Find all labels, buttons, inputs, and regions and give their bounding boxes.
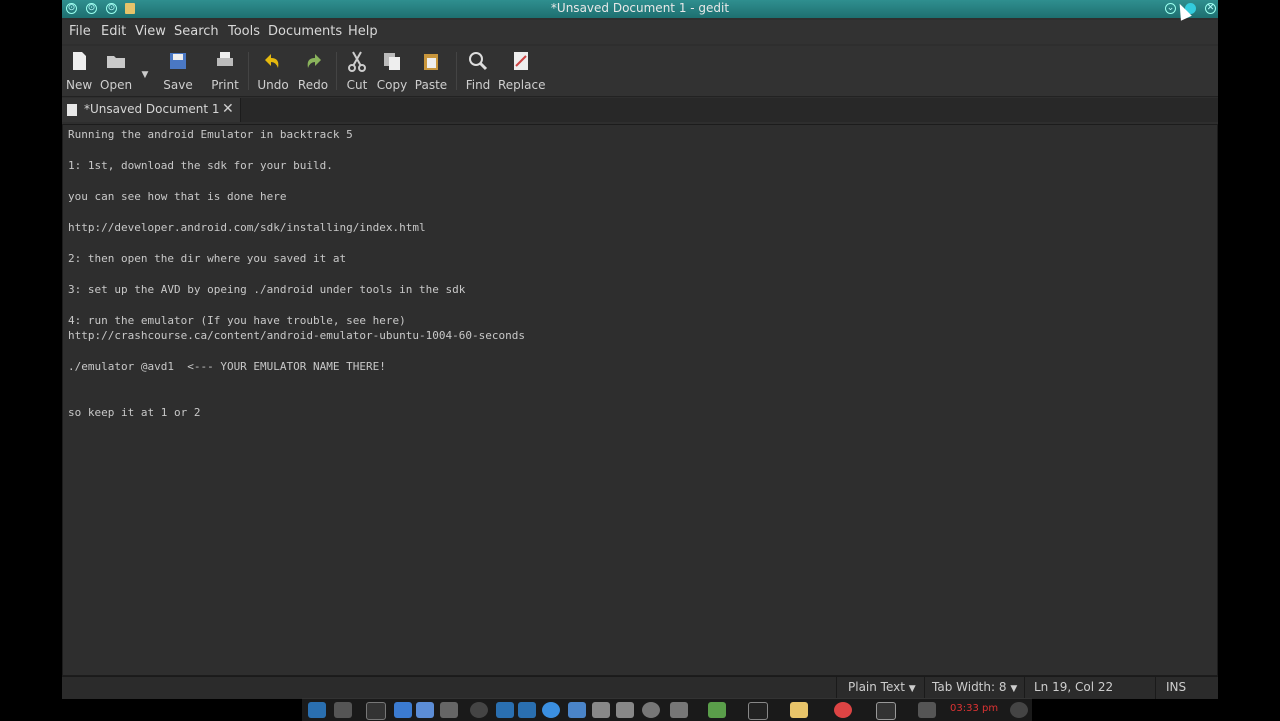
editor-line: 4: run the emulator (If you have trouble… xyxy=(68,314,406,327)
replace-button[interactable]: Replace xyxy=(498,46,545,93)
workspace-icon[interactable] xyxy=(876,702,896,720)
chevron-down-icon: ▼ xyxy=(1010,684,1018,694)
download-icon[interactable] xyxy=(708,702,726,718)
scissors-icon[interactable] xyxy=(592,702,610,718)
title-bar[interactable]: ⊙ ⊙ ⊙ *Unsaved Document 1 - gedit ⌄ ✕ xyxy=(62,0,1218,18)
gedit-window: ⊙ ⊙ ⊙ *Unsaved Document 1 - gedit ⌄ ✕ Fi… xyxy=(62,0,1218,699)
browser-icon[interactable] xyxy=(394,702,412,718)
tab-unsaved-document-1[interactable]: *Unsaved Document 1 ✕ xyxy=(62,98,241,122)
scissors-icon xyxy=(346,50,368,72)
new-document-icon xyxy=(68,50,90,72)
status-bar: Plain Text ▼ Tab Width: 8 ▼ Ln 19, Col 2… xyxy=(62,676,1218,699)
signal-icon[interactable] xyxy=(568,702,586,718)
editor-line: 1: 1st, download the sdk for your build. xyxy=(68,159,333,172)
menu-documents[interactable]: Documents xyxy=(268,24,342,39)
undo-icon xyxy=(262,50,284,72)
toolbar-separator xyxy=(248,52,249,90)
play-icon[interactable] xyxy=(542,702,560,718)
menu-bar: File Edit View Search Tools Documents He… xyxy=(62,20,1218,44)
document-tab-bar: *Unsaved Document 1 ✕ xyxy=(62,98,1218,122)
open-recent-dropdown[interactable]: ▼ xyxy=(140,62,150,81)
clock: 03:33 pm xyxy=(950,703,999,714)
update-icon[interactable] xyxy=(470,702,488,718)
dragon-menu-icon[interactable] xyxy=(308,702,326,718)
new-button[interactable]: New xyxy=(66,46,92,93)
editor-line: 2: then open the dir where you saved it … xyxy=(68,252,347,265)
status-separator xyxy=(836,677,837,699)
tab-label: *Unsaved Document 1 xyxy=(84,102,220,116)
volume-icon[interactable] xyxy=(616,702,634,718)
dragon-icon[interactable] xyxy=(496,702,514,718)
tab-width-selector[interactable]: Tab Width: 8 ▼ xyxy=(932,680,1017,694)
undo-button[interactable]: Undo xyxy=(256,46,290,93)
power-icon[interactable] xyxy=(1010,702,1028,718)
network-icon[interactable] xyxy=(642,702,660,718)
cut-button[interactable]: Cut xyxy=(344,46,370,93)
menu-search[interactable]: Search xyxy=(174,24,219,39)
menu-view[interactable]: View xyxy=(135,24,166,39)
status-separator xyxy=(1024,677,1025,699)
files-icon[interactable] xyxy=(416,702,434,718)
menu-edit[interactable]: Edit xyxy=(101,24,126,39)
copy-button[interactable]: Copy xyxy=(376,46,408,93)
terminal-window-icon[interactable] xyxy=(748,702,768,720)
redo-icon xyxy=(302,50,324,72)
status-separator xyxy=(924,677,925,699)
editor-line: 3: set up the AVD by opeing ./android un… xyxy=(68,283,466,296)
text-editor[interactable]: Running the android Emulator in backtrac… xyxy=(62,124,1218,676)
tools-icon[interactable] xyxy=(918,702,936,718)
insert-mode: INS xyxy=(1166,680,1187,694)
menu-file[interactable]: File xyxy=(69,24,91,39)
toolbar-separator xyxy=(456,52,457,90)
print-button[interactable]: Print xyxy=(210,46,240,93)
editor-line: ./emulator @avd1 <--- YOUR EMULATOR NAME… xyxy=(68,360,386,373)
status-separator xyxy=(1155,677,1156,699)
taskbar: 03:33 pm xyxy=(302,698,1032,721)
save-icon xyxy=(167,50,189,72)
dragon-icon[interactable] xyxy=(518,702,536,718)
close-icon[interactable]: ✕ xyxy=(1205,3,1216,14)
printer-icon xyxy=(214,50,236,72)
pi-icon[interactable] xyxy=(440,702,458,718)
toolbar-separator xyxy=(336,52,337,90)
window-title: *Unsaved Document 1 - gedit xyxy=(550,1,730,15)
language-selector[interactable]: Plain Text ▼ xyxy=(848,680,916,694)
terminal-icon[interactable] xyxy=(366,702,386,720)
copy-icon xyxy=(381,50,403,72)
find-button[interactable]: Find xyxy=(464,46,492,93)
gedit-icon[interactable] xyxy=(790,702,808,718)
tab-close-icon[interactable]: ✕ xyxy=(222,101,234,117)
paste-button[interactable]: Paste xyxy=(414,46,448,93)
kali-icon[interactable] xyxy=(334,702,352,718)
editor-line: Running the android Emulator in backtrac… xyxy=(68,128,353,141)
cursor-position: Ln 19, Col 22 xyxy=(1034,680,1114,694)
redo-button[interactable]: Redo xyxy=(297,46,329,93)
menu-tools[interactable]: Tools xyxy=(228,24,260,39)
open-button[interactable]: Open xyxy=(100,46,132,93)
search-icon xyxy=(467,50,489,72)
toolbar: New Open ▼ Save Print Undo Redo Cut Copy… xyxy=(62,46,1218,97)
folder-open-icon xyxy=(105,50,127,72)
clipboard-icon xyxy=(420,50,442,72)
editor-line: http://crashcourse.ca/content/android-em… xyxy=(68,329,525,342)
editor-line: http://developer.android.com/sdk/install… xyxy=(68,221,426,234)
document-icon xyxy=(67,104,77,116)
editor-line: so keep it at 1 or 2 xyxy=(68,406,201,419)
calculator-icon[interactable] xyxy=(670,702,688,718)
save-button[interactable]: Save xyxy=(162,46,194,93)
chevron-down-icon: ▼ xyxy=(908,684,916,694)
editor-line: you can see how that is done here xyxy=(68,190,287,203)
menu-help[interactable]: Help xyxy=(348,24,378,39)
chevron-down-icon: ▼ xyxy=(141,70,149,80)
find-replace-icon xyxy=(510,50,532,72)
chrome-icon[interactable] xyxy=(834,702,852,718)
